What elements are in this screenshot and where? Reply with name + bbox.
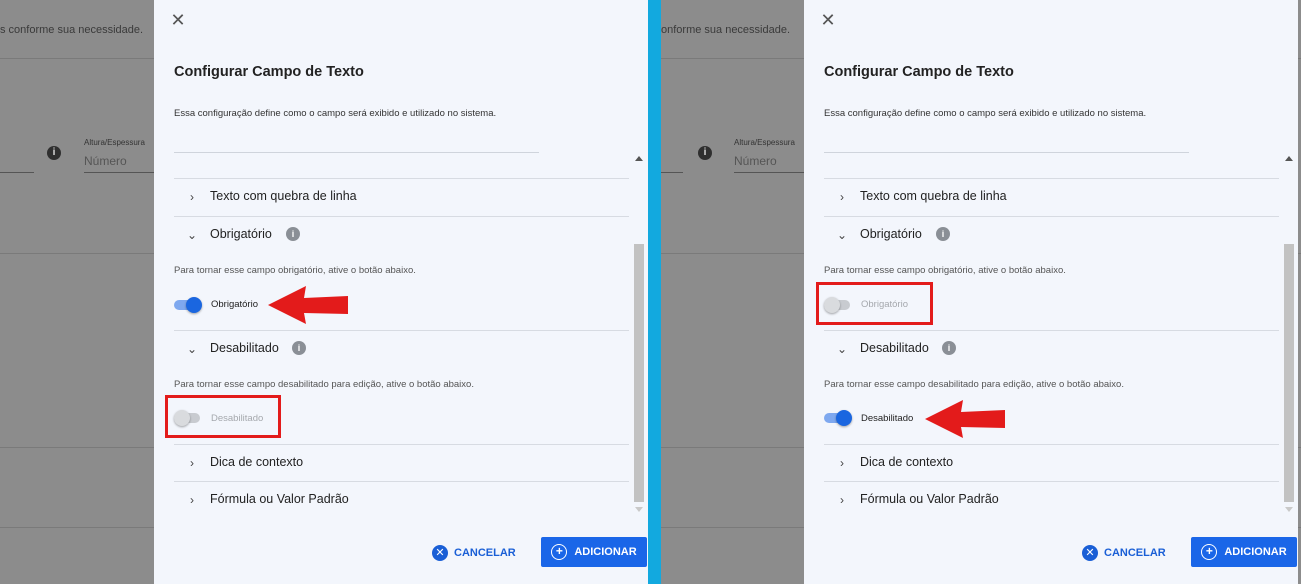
scroll-down-arrow[interactable] [635,507,643,512]
required-toggle-label: Obrigatório [211,299,258,310]
scroll-thumb[interactable] [1284,244,1294,502]
add-button[interactable]: + ADICIONAR [1191,537,1297,567]
section-label: Obrigatório [210,227,272,241]
section-required[interactable]: ⌄ Obrigatório i [174,216,629,252]
cancel-circle-icon: ✕ [1082,545,1098,561]
toggle-knob [186,297,202,313]
background-field-label: Altura/Espessura [734,138,795,147]
scrollbar[interactable] [1282,152,1296,522]
info-icon[interactable]: i [936,227,950,241]
background-info-icon: i [47,146,61,160]
scrollbar[interactable] [632,152,646,522]
comparison-screenshot: s conforme sua necessidade. i Altura/Esp… [0,0,1301,584]
section-label: Fórmula ou Valor Padrão [210,492,349,506]
cancel-button[interactable]: ✕ CANCELAR [432,541,516,565]
section-tooltip[interactable]: › Dica de contexto [824,444,1279,480]
cancel-label: CANCELAR [1104,547,1166,559]
background-field-underline [734,172,806,173]
chevron-down-icon: ⌄ [186,228,198,242]
disabled-toggle[interactable] [824,410,852,426]
chevron-down-icon: ⌄ [836,342,848,356]
section-label: Desabilitado [860,341,929,355]
cancel-circle-icon: ✕ [432,545,448,561]
add-circle-icon: + [1201,544,1218,560]
annotation-highlight-box [816,282,933,325]
dialog-title: Configurar Campo de Texto [174,64,364,80]
cancel-button[interactable]: ✕ CANCELAR [1082,541,1166,565]
required-description: Para tornar esse campo obrigatório, ativ… [824,265,1066,276]
required-toggle[interactable] [174,297,202,313]
chevron-right-icon: › [840,493,844,507]
section-label: Fórmula ou Valor Padrão [860,492,999,506]
chevron-right-icon: › [190,190,194,204]
scroll-down-arrow[interactable] [1285,507,1293,512]
scroll-up-arrow[interactable] [1285,156,1293,161]
section-required[interactable]: ⌄ Obrigatório i [824,216,1279,252]
background-field-placeholder: Número [84,154,127,168]
close-icon[interactable]: ✕ [818,10,838,30]
disabled-description: Para tornar esse campo desabilitado para… [174,379,474,390]
section-formula[interactable]: › Fórmula ou Valor Padrão [174,481,629,517]
chevron-right-icon: › [190,493,194,507]
info-icon[interactable]: i [942,341,956,355]
scroll-thumb[interactable] [634,244,644,502]
section-label: Texto com quebra de linha [210,189,357,203]
section-line-break[interactable]: › Texto com quebra de linha [824,178,1279,214]
section-disabled[interactable]: ⌄ Desabilitado i [824,330,1279,366]
chevron-down-icon: ⌄ [836,228,848,242]
scroll-up-arrow[interactable] [635,156,643,161]
background-hint: onforme sua necessidade. [661,24,791,36]
chevron-right-icon: › [840,456,844,470]
background-hint: s conforme sua necessidade. [0,24,144,36]
annotation-arrow [268,286,348,324]
annotation-arrow [925,400,1005,438]
section-formula[interactable]: › Fórmula ou Valor Padrão [824,481,1279,517]
dialog-title: Configurar Campo de Texto [824,64,1014,80]
dialog-subtitle: Essa configuração define como o campo se… [174,108,497,119]
right-panel: onforme sua necessidade. i Altura/Espess… [661,0,1301,584]
add-label: ADICIONAR [1224,546,1287,558]
field-underline [824,152,1189,153]
left-panel: s conforme sua necessidade. i Altura/Esp… [0,0,648,584]
add-button[interactable]: + ADICIONAR [541,537,647,567]
section-label: Desabilitado [210,341,279,355]
toggle-knob [836,410,852,426]
configure-text-field-dialog: ✕ Configurar Campo de Texto Essa configu… [154,0,648,584]
background-info-icon: i [698,146,712,160]
required-description: Para tornar esse campo obrigatório, ativ… [174,265,416,276]
background-field-underline [0,172,34,173]
disabled-description: Para tornar esse campo desabilitado para… [824,379,1124,390]
info-icon[interactable]: i [286,227,300,241]
background-field-underline [84,172,156,173]
dialog-subtitle: Essa configuração define como o campo se… [824,108,1147,119]
background-field-label: Altura/Espessura [84,138,145,147]
add-circle-icon: + [551,544,568,560]
background-field-placeholder: Número [734,154,777,168]
section-label: Texto com quebra de linha [860,189,1007,203]
add-label: ADICIONAR [574,546,637,558]
section-label: Obrigatório [860,227,922,241]
chevron-down-icon: ⌄ [186,342,198,356]
info-icon[interactable]: i [292,341,306,355]
annotation-highlight-box [165,395,281,438]
field-underline [174,152,539,153]
section-line-break[interactable]: › Texto com quebra de linha [174,178,629,214]
section-label: Dica de contexto [210,455,304,469]
chevron-right-icon: › [190,456,194,470]
section-label: Dica de contexto [860,455,954,469]
chevron-right-icon: › [840,190,844,204]
configure-text-field-dialog: ✕ Configurar Campo de Texto Essa configu… [804,0,1298,584]
background-field-underline [661,172,683,173]
section-disabled[interactable]: ⌄ Desabilitado i [174,330,629,366]
close-icon[interactable]: ✕ [168,10,188,30]
disabled-toggle-label: Desabilitado [861,413,914,424]
section-tooltip[interactable]: › Dica de contexto [174,444,629,480]
cancel-label: CANCELAR [454,547,516,559]
panel-divider [648,0,661,584]
